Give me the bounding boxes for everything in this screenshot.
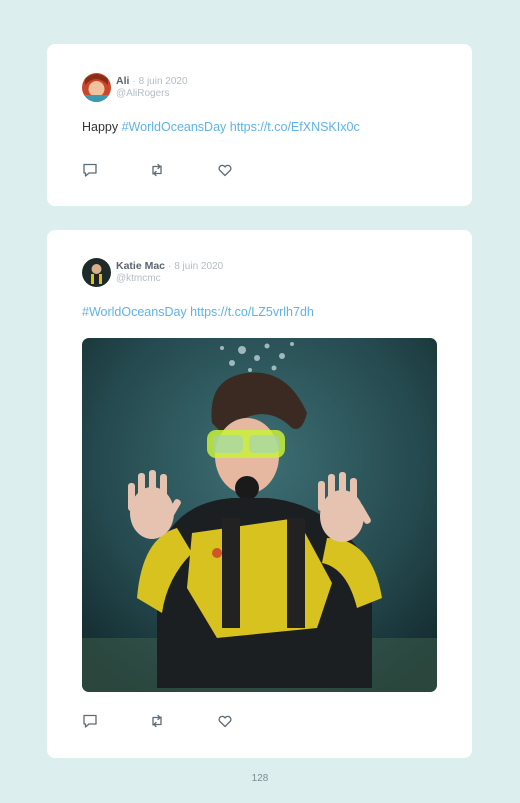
avatar[interactable]: [82, 73, 111, 102]
author-handle[interactable]: @AliRogers: [116, 88, 188, 100]
like-icon[interactable]: [217, 162, 233, 178]
tweet-text-prefix: Happy: [82, 120, 122, 134]
tweet-meta: Ali · 8 juin 2020 @AliRogers: [116, 75, 188, 100]
tweet-text: Happy #WorldOceansDay https://t.co/EfXNS…: [82, 120, 360, 134]
page-number: 128: [251, 773, 269, 784]
tweet-meta: Katie Mac · 8 juin 2020 @ktmcmc: [116, 260, 223, 285]
author-name[interactable]: Katie Mac: [116, 260, 165, 272]
avatar[interactable]: [82, 258, 111, 287]
hashtag-link[interactable]: #WorldOceansDay: [82, 305, 187, 319]
tweet-photo[interactable]: [82, 338, 437, 692]
tweet-date[interactable]: 8 juin 2020: [139, 76, 188, 87]
like-icon[interactable]: [217, 713, 233, 729]
tweet-card: Ali · 8 juin 2020 @AliRogers Happy #Worl…: [47, 44, 472, 206]
reply-icon[interactable]: [82, 713, 98, 729]
retweet-icon[interactable]: [149, 713, 165, 729]
url-link[interactable]: https://t.co/LZ5vrlh7dh: [190, 305, 314, 319]
url-link[interactable]: https://t.co/EfXNSKIx0c: [230, 120, 360, 134]
separator: ·: [167, 261, 172, 272]
separator: ·: [132, 76, 136, 87]
tweet-text: #WorldOceansDay https://t.co/LZ5vrlh7dh: [82, 305, 314, 319]
tweet-date[interactable]: 8 juin 2020: [174, 261, 223, 272]
hashtag-link[interactable]: #WorldOceansDay: [122, 120, 227, 134]
tweet-card: Katie Mac · 8 juin 2020 @ktmcmc #WorldOc…: [47, 230, 472, 758]
author-name[interactable]: Ali: [116, 75, 129, 87]
reply-icon[interactable]: [82, 162, 98, 178]
author-handle[interactable]: @ktmcmc: [116, 273, 223, 285]
retweet-icon[interactable]: [149, 162, 165, 178]
